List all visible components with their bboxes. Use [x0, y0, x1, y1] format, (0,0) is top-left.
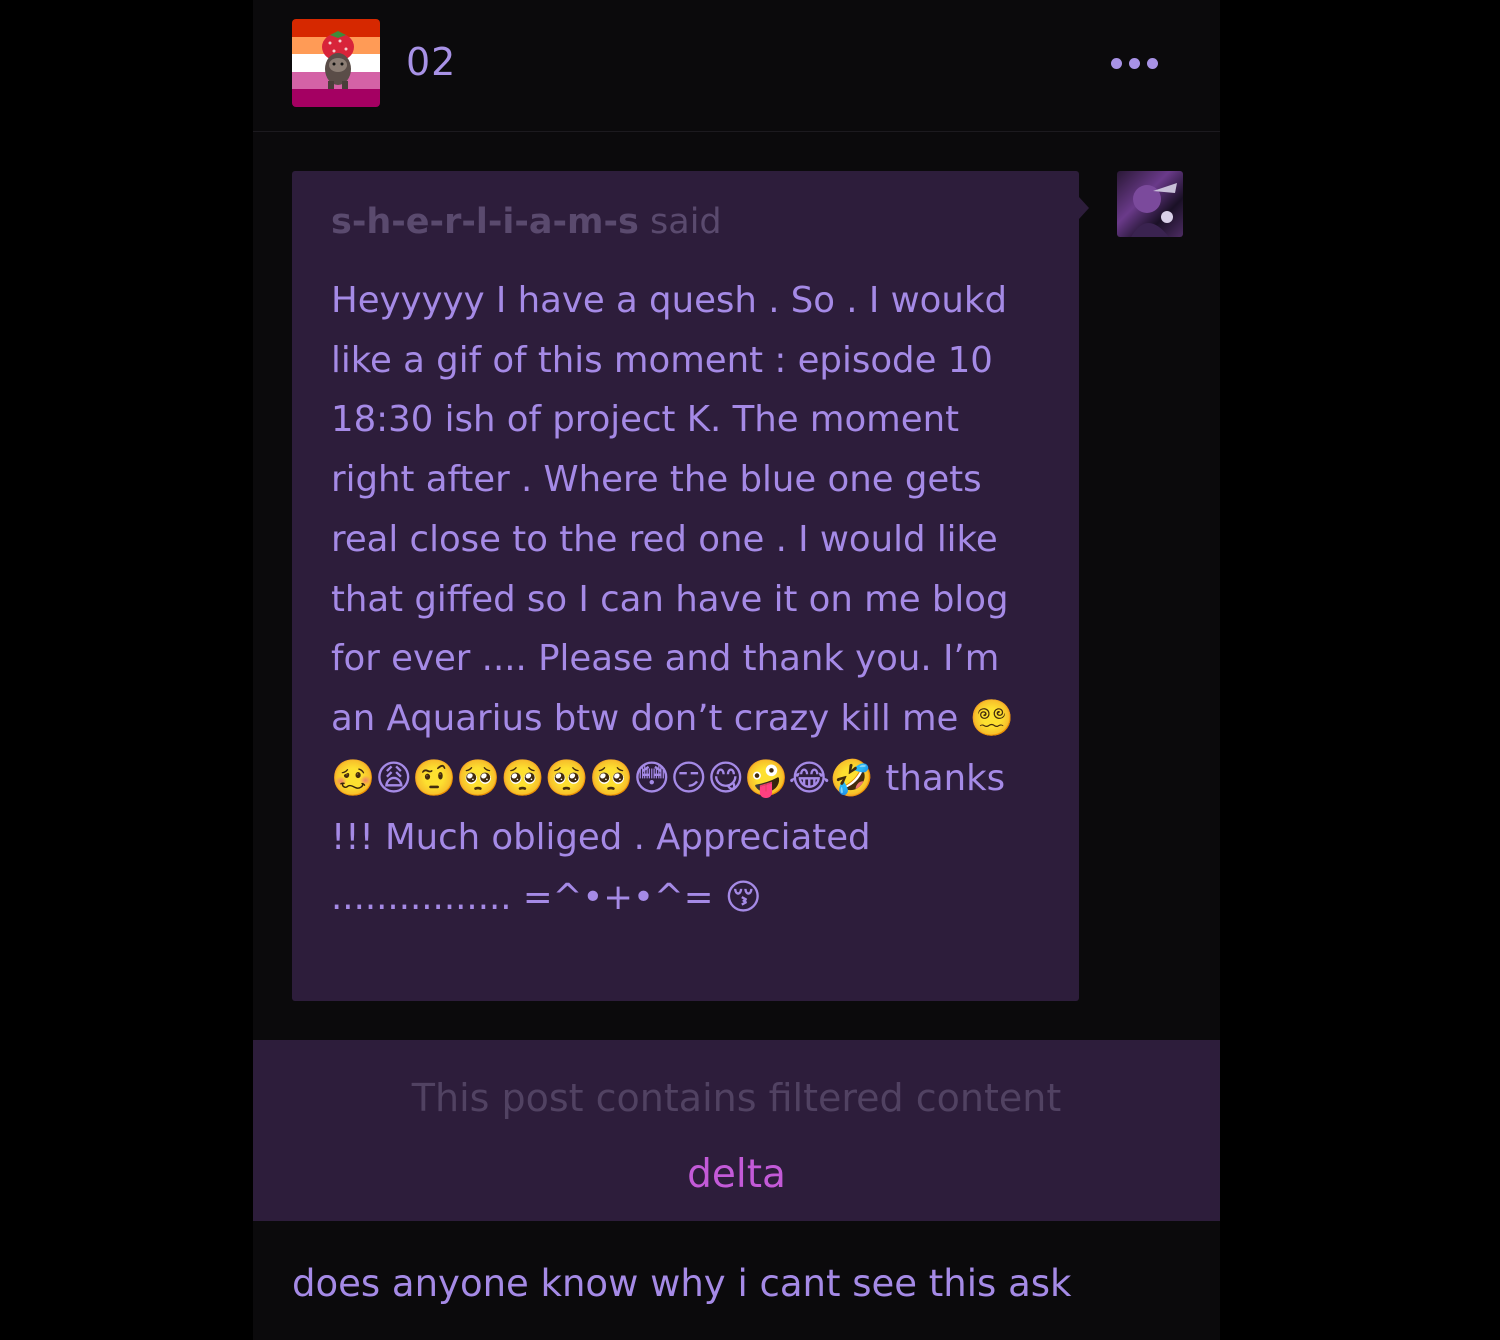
asker-avatar-image	[1131, 183, 1177, 237]
ask-bubble: s-h-e-r-l-i-a-m-s said Heyyyyy I have a …	[292, 171, 1089, 1001]
filtered-content-banner[interactable]: This post contains filtered content delt…	[253, 1040, 1220, 1221]
said-label: said	[650, 202, 722, 242]
blog-username[interactable]: 02	[406, 40, 456, 84]
asker-avatar[interactable]	[1117, 171, 1183, 237]
asker-name[interactable]: s-h-e-r-l-i-a-m-s	[331, 202, 639, 242]
ellipsis-icon[interactable]	[1111, 50, 1167, 76]
strawberry-cat-icon	[322, 31, 354, 89]
filter-tag[interactable]: delta	[253, 1152, 1220, 1197]
filter-message: This post contains filtered content	[411, 1076, 1062, 1120]
post-caption: does anyone know why i cant see this ask	[292, 1262, 1072, 1305]
post-card: 02 s-h-e-r-l-i-a-m-s said Heyyyyy I have…	[253, 0, 1220, 1340]
blog-avatar[interactable]	[292, 19, 380, 107]
asker-line: s-h-e-r-l-i-a-m-s said	[331, 202, 722, 242]
ask-question-text: Heyyyyy I have a quesh . So . I woukd li…	[331, 280, 1014, 919]
post-header: 02	[253, 0, 1220, 132]
